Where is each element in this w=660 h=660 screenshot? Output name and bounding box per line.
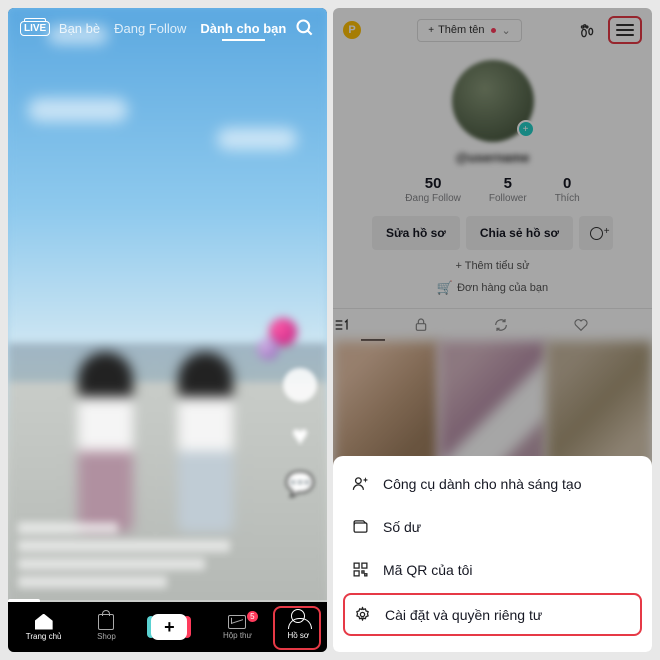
wallet-icon bbox=[351, 518, 369, 535]
menu-qr[interactable]: Mã QR của tôi bbox=[333, 548, 652, 591]
nav-inbox[interactable]: 5 Hộp thư bbox=[223, 615, 252, 640]
menu-settings-label: Cài đặt và quyền riêng tư bbox=[385, 607, 542, 623]
menu-balance[interactable]: Số dư bbox=[333, 505, 652, 548]
creator-icon bbox=[351, 475, 369, 492]
inbox-icon bbox=[228, 615, 246, 629]
nav-profile-label: Hồ sơ bbox=[287, 631, 309, 640]
follow-avatar-button[interactable] bbox=[283, 368, 317, 402]
nav-home-label: Trang chủ bbox=[26, 632, 62, 641]
nav-profile[interactable]: Hồ sơ bbox=[287, 609, 309, 646]
feed-screen: LIVE Bạn bè Đang Follow Dành cho bạn ♥ 💬 bbox=[8, 8, 327, 652]
nav-shop[interactable]: Shop bbox=[97, 614, 116, 641]
tab-foryou[interactable]: Dành cho bạn bbox=[200, 21, 286, 36]
nav-create[interactable]: + bbox=[151, 614, 187, 640]
nav-shop-label: Shop bbox=[97, 632, 116, 641]
menu-creator-label: Công cụ dành cho nhà sáng tạo bbox=[383, 476, 582, 492]
qr-icon bbox=[351, 561, 369, 578]
side-actions: ♥ 💬 bbox=[283, 368, 317, 499]
menu-balance-label: Số dư bbox=[383, 519, 421, 535]
live-icon[interactable]: LIVE bbox=[20, 21, 50, 36]
comment-icon[interactable]: 💬 bbox=[285, 470, 315, 499]
nav-inbox-label: Hộp thư bbox=[223, 631, 252, 640]
menu-creator-tools[interactable]: Công cụ dành cho nhà sáng tạo bbox=[333, 462, 652, 505]
create-icon: + bbox=[151, 614, 187, 640]
menu-qr-label: Mã QR của tôi bbox=[383, 562, 472, 578]
like-icon[interactable]: ♥ bbox=[292, 420, 309, 452]
tab-following[interactable]: Đang Follow bbox=[114, 21, 186, 36]
shop-icon bbox=[98, 614, 114, 630]
menu-sheet: Công cụ dành cho nhà sáng tạo Số dư Mã Q… bbox=[333, 456, 652, 652]
nav-home[interactable]: Trang chủ bbox=[26, 614, 62, 641]
tab-friends[interactable]: Bạn bè bbox=[59, 21, 100, 36]
profile-icon bbox=[291, 609, 305, 623]
home-icon bbox=[35, 614, 53, 630]
search-icon[interactable] bbox=[295, 18, 315, 38]
profile-screen: P + Thêm tên ⌄ bbox=[333, 8, 652, 652]
menu-settings[interactable]: Cài đặt và quyền riêng tư bbox=[343, 593, 642, 636]
gear-icon bbox=[353, 606, 371, 623]
caption-area bbox=[18, 522, 267, 594]
inbox-badge: 5 bbox=[247, 611, 258, 622]
